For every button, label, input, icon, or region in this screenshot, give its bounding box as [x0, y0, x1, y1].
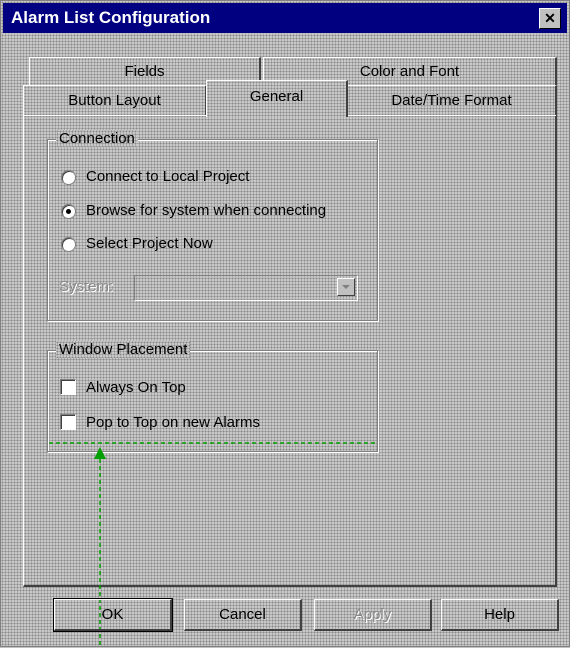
ok-button-label: OK: [101, 606, 124, 623]
annotation-arrow-head: [94, 447, 106, 459]
cancel-button-label: Cancel: [219, 606, 266, 623]
help-button[interactable]: Help: [441, 599, 559, 631]
apply-button[interactable]: Apply: [314, 599, 432, 631]
annotation-overlay: [49, 442, 377, 646]
apply-button-label: Apply: [353, 606, 392, 623]
help-button-label: Help: [484, 606, 515, 623]
cancel-button[interactable]: Cancel: [184, 599, 302, 631]
ok-button[interactable]: OK: [53, 598, 173, 632]
dialog-window: Alarm List Configuration ✕ Fields Color …: [0, 0, 570, 647]
